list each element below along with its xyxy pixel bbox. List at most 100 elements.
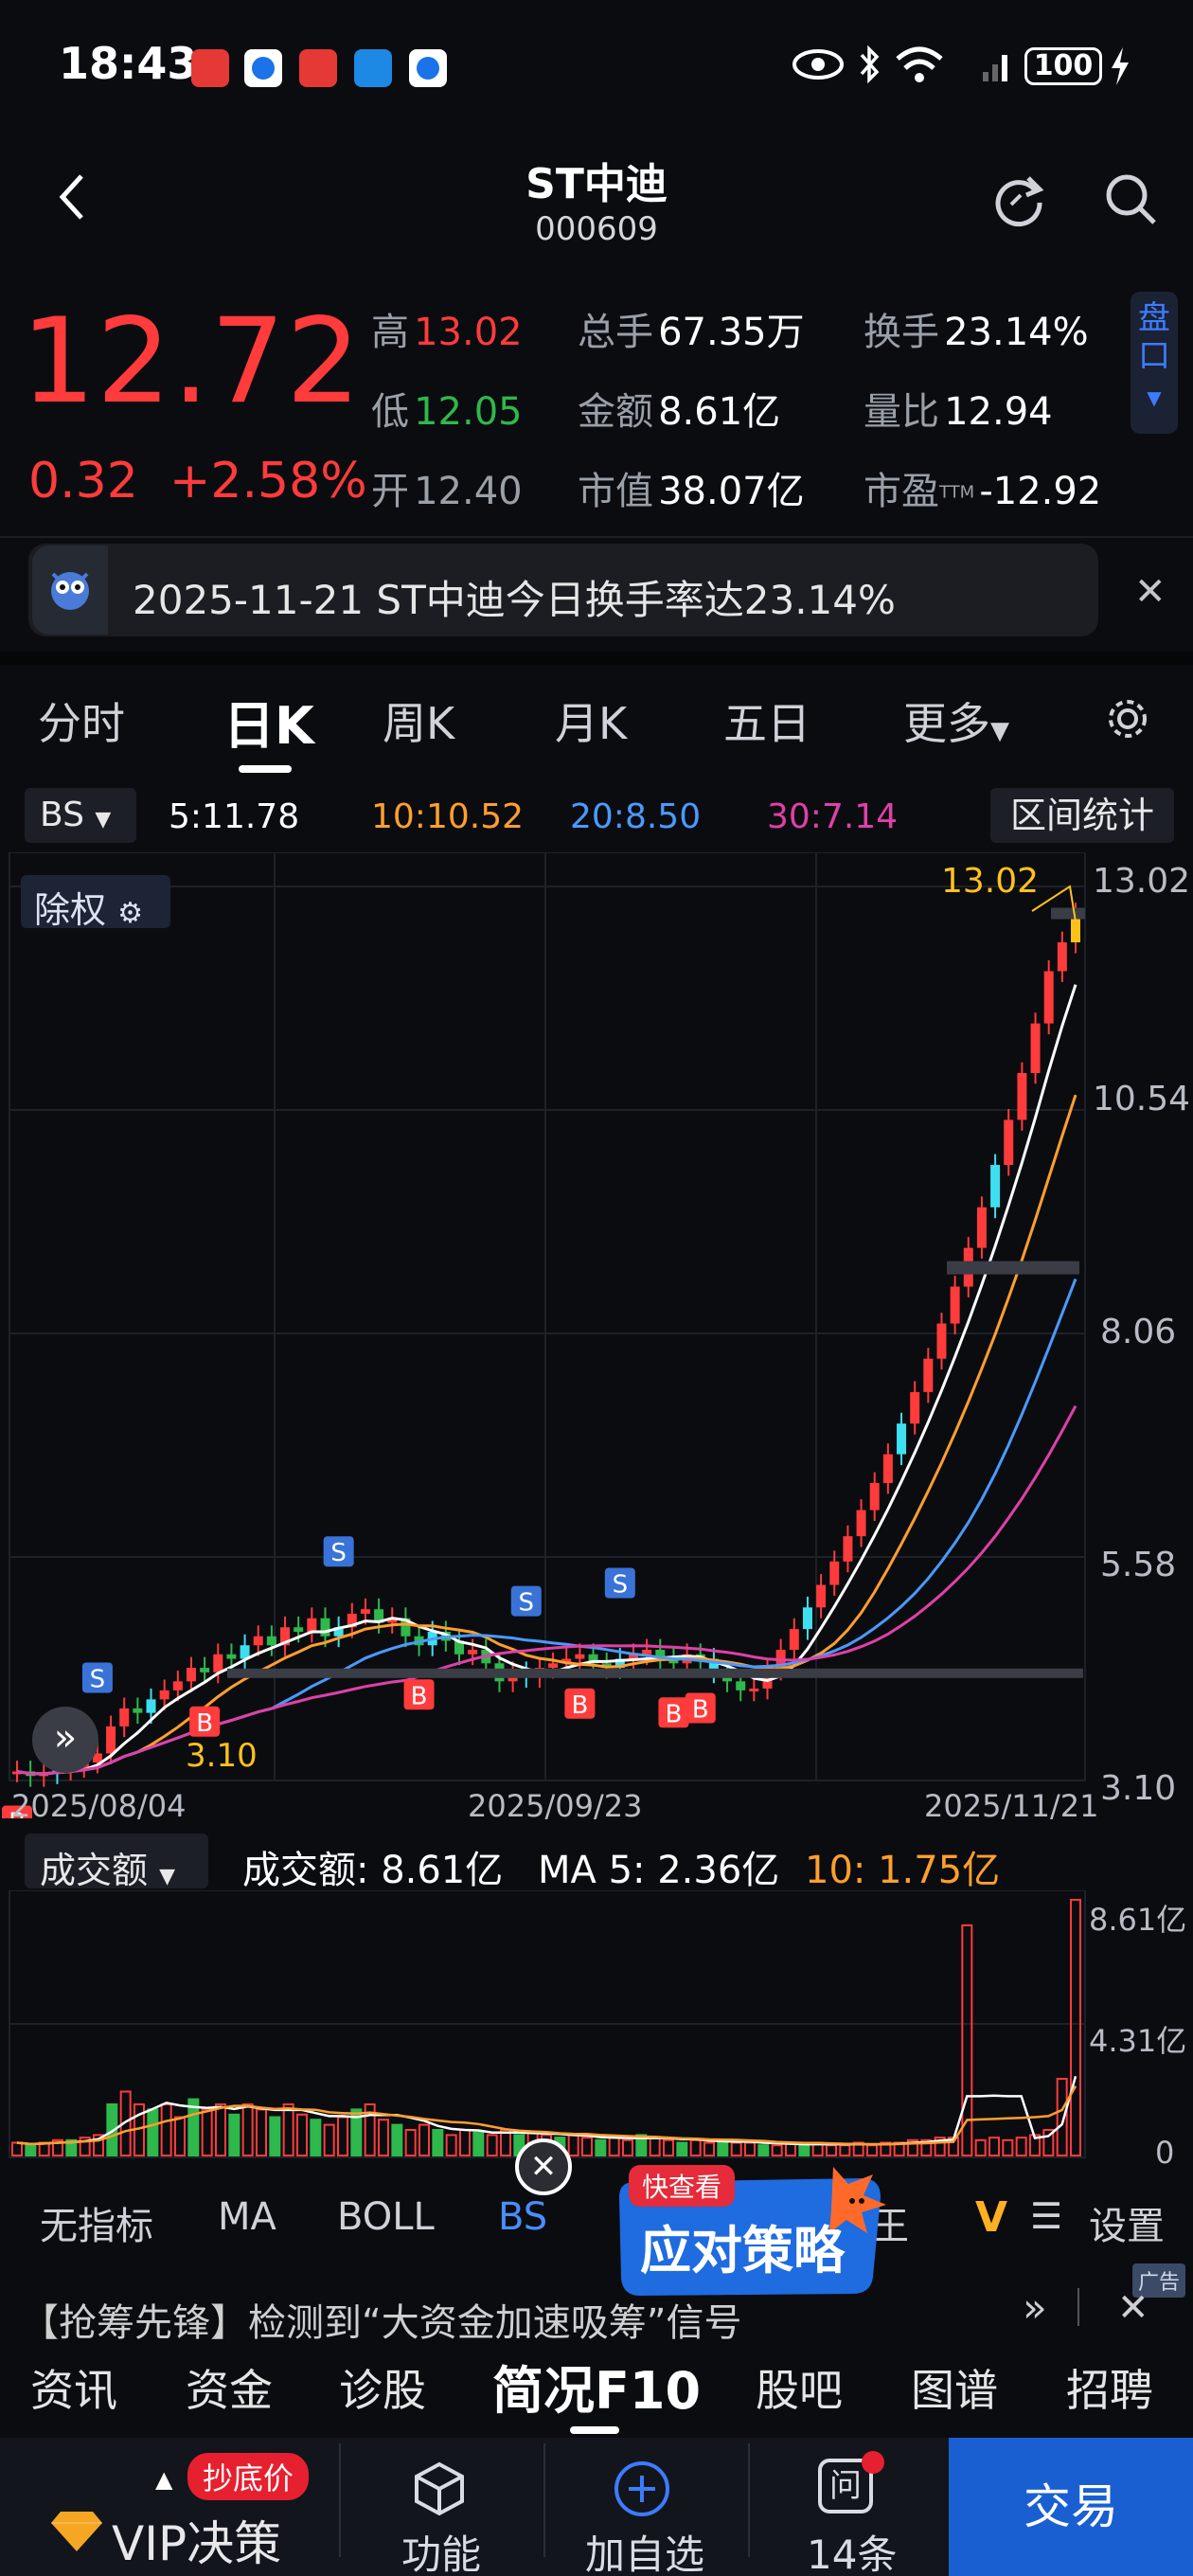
close-circle-icon[interactable]: ✕ (515, 2138, 572, 2195)
volume-bar (445, 2134, 457, 2156)
candle-body (360, 1609, 370, 1614)
trade-button[interactable]: 交易 (949, 2438, 1193, 2576)
nav-f10[interactable]: 简况F10 (492, 2349, 701, 2424)
tab-five-day[interactable]: 五日 (723, 689, 810, 752)
close-icon[interactable]: ✕ (1134, 570, 1166, 614)
ex-rights-button[interactable]: 除权 ⚙ (21, 875, 170, 931)
tab-weekly-k[interactable]: 周K (383, 689, 454, 752)
strategy-promo[interactable]: 快查看 应对策略 (606, 2163, 890, 2305)
function-button[interactable]: 功能 (401, 2523, 481, 2576)
indicator-settings[interactable]: 设置 (1089, 2195, 1165, 2250)
candle-body (548, 1663, 559, 1669)
volume-bar (798, 2144, 810, 2157)
volume-bar (147, 2108, 159, 2156)
status-time: 18:43 (59, 38, 198, 89)
divider (1077, 2288, 1079, 2326)
volume-bar (866, 2144, 878, 2157)
refresh-icon[interactable] (990, 170, 1047, 227)
volume-bar (486, 2134, 498, 2156)
search-icon[interactable] (1102, 170, 1159, 227)
pe-label: 市盈 (864, 470, 939, 513)
nav-funds[interactable]: 资金 (186, 2356, 273, 2419)
promo-tag: 快查看 (629, 2165, 736, 2207)
low-value: 12.05 (414, 390, 523, 434)
vol-y-tick: 0 (1155, 2135, 1175, 2171)
volume-bar (1070, 1899, 1081, 2156)
vip-decision-button[interactable]: VIP决策 (112, 2506, 281, 2574)
y-tick: 3.10 (1100, 1769, 1177, 1808)
more-arrows-icon[interactable]: » (1023, 2284, 1047, 2331)
nav-jobs[interactable]: 招聘 (1066, 2356, 1153, 2419)
volume-bar (581, 2137, 593, 2157)
candle-body (133, 1708, 143, 1713)
huawei-app-icon (191, 49, 229, 87)
ask-button[interactable]: 14条 (807, 2523, 897, 2576)
candle-body (119, 1708, 130, 1726)
volume-bar (744, 2141, 756, 2156)
indicator-tab-ma[interactable]: MA (218, 2195, 276, 2239)
nav-forum[interactable]: 股吧 (756, 2356, 843, 2419)
ma5-value: 5:11.78 (169, 797, 300, 836)
tab-monthly-k[interactable]: 月K (555, 689, 627, 752)
ex-rights-label: 除权 (34, 889, 107, 931)
vol-y-tick: 8.61亿 (1089, 1902, 1187, 1938)
vip-indicator-icon[interactable]: V (975, 2193, 1007, 2242)
volume-bar (663, 2138, 674, 2156)
tab-intraday[interactable]: 分时 (38, 689, 125, 752)
close-icon[interactable]: ✕ (1117, 2286, 1149, 2330)
news-text[interactable]: 2025-11-21 ST中迪今日换手率达23.14% (133, 568, 896, 626)
signal-label: S (90, 1665, 106, 1693)
volume-label: 总手 (578, 311, 653, 354)
mktcap-value: 38.07亿 (658, 470, 805, 513)
battery-icon: 100 (1024, 47, 1102, 85)
nav-graph[interactable]: 图谱 (911, 2356, 998, 2419)
volume-indicator-selector[interactable]: 成交额 ▼ (25, 1834, 208, 1891)
kline-chart[interactable]: BSBSBSBSBB (0, 852, 1193, 1818)
volume-bar (826, 2144, 837, 2157)
caret-down-icon: ▼ (990, 717, 1009, 745)
volume-bar (160, 2103, 172, 2156)
range-stats-button[interactable]: 区间统计 (990, 788, 1174, 843)
volume-bar (988, 2137, 1000, 2157)
vip-badge: 抄底价 (187, 2453, 310, 2500)
candle-body (186, 1668, 196, 1682)
nav-diagnose[interactable]: 诊股 (339, 2356, 426, 2419)
pe-ttm-sup: TTM (939, 482, 975, 503)
indicator-tab-none[interactable]: 无指标 (40, 2195, 153, 2250)
signal-label: B (692, 1696, 709, 1725)
app-icon (299, 49, 337, 87)
x-tick: 2025/09/23 (468, 1788, 643, 1824)
expand-arrows-icon[interactable]: » (32, 1707, 98, 1773)
caret-down-icon: ▼ (95, 808, 112, 832)
high-marker-label: 13.02 (941, 862, 1040, 901)
add-watchlist-button[interactable]: 加自选 (585, 2523, 704, 2576)
menu-settings-icon[interactable]: ☰ (1030, 2195, 1062, 2237)
nav-indicator (570, 2426, 619, 2434)
open-label: 开 (371, 470, 409, 513)
tab-more[interactable]: 更多▼ (903, 689, 1009, 752)
tab-daily-k[interactable]: 日K (223, 684, 314, 759)
amount-value: 8.61亿 (658, 390, 781, 434)
pankou-button[interactable]: 盘口 ▼ (1131, 292, 1178, 434)
y-tick: 10.54 (1093, 1080, 1191, 1118)
nav-news[interactable]: 资讯 (30, 2356, 117, 2419)
support-band (227, 1668, 1083, 1678)
volume-bar (296, 2113, 308, 2157)
bs-selector[interactable]: BS ▼ (25, 788, 136, 843)
cube-icon (415, 2461, 464, 2516)
candle-body (106, 1726, 116, 1754)
volume-chart[interactable] (0, 1890, 1193, 2174)
eye-icon (792, 49, 844, 80)
ad-text[interactable]: 【抢筹先锋】检测到“大资金加速吸筹”信号 (21, 2292, 741, 2347)
bs-selector-label: BS (40, 796, 84, 834)
change-percent: +2.58% (169, 453, 367, 510)
divider (748, 2443, 750, 2557)
gear-icon[interactable] (1104, 695, 1151, 742)
pankou-label: 盘口 (1138, 299, 1170, 375)
candle-body (882, 1454, 893, 1483)
indicator-tab-boll[interactable]: BOLL (337, 2195, 435, 2239)
signal-label: S (613, 1571, 629, 1600)
low-marker-label: 3.10 (186, 1737, 258, 1775)
volume-bar (730, 2141, 742, 2156)
indicator-tab-bs[interactable]: BS (498, 2195, 547, 2239)
